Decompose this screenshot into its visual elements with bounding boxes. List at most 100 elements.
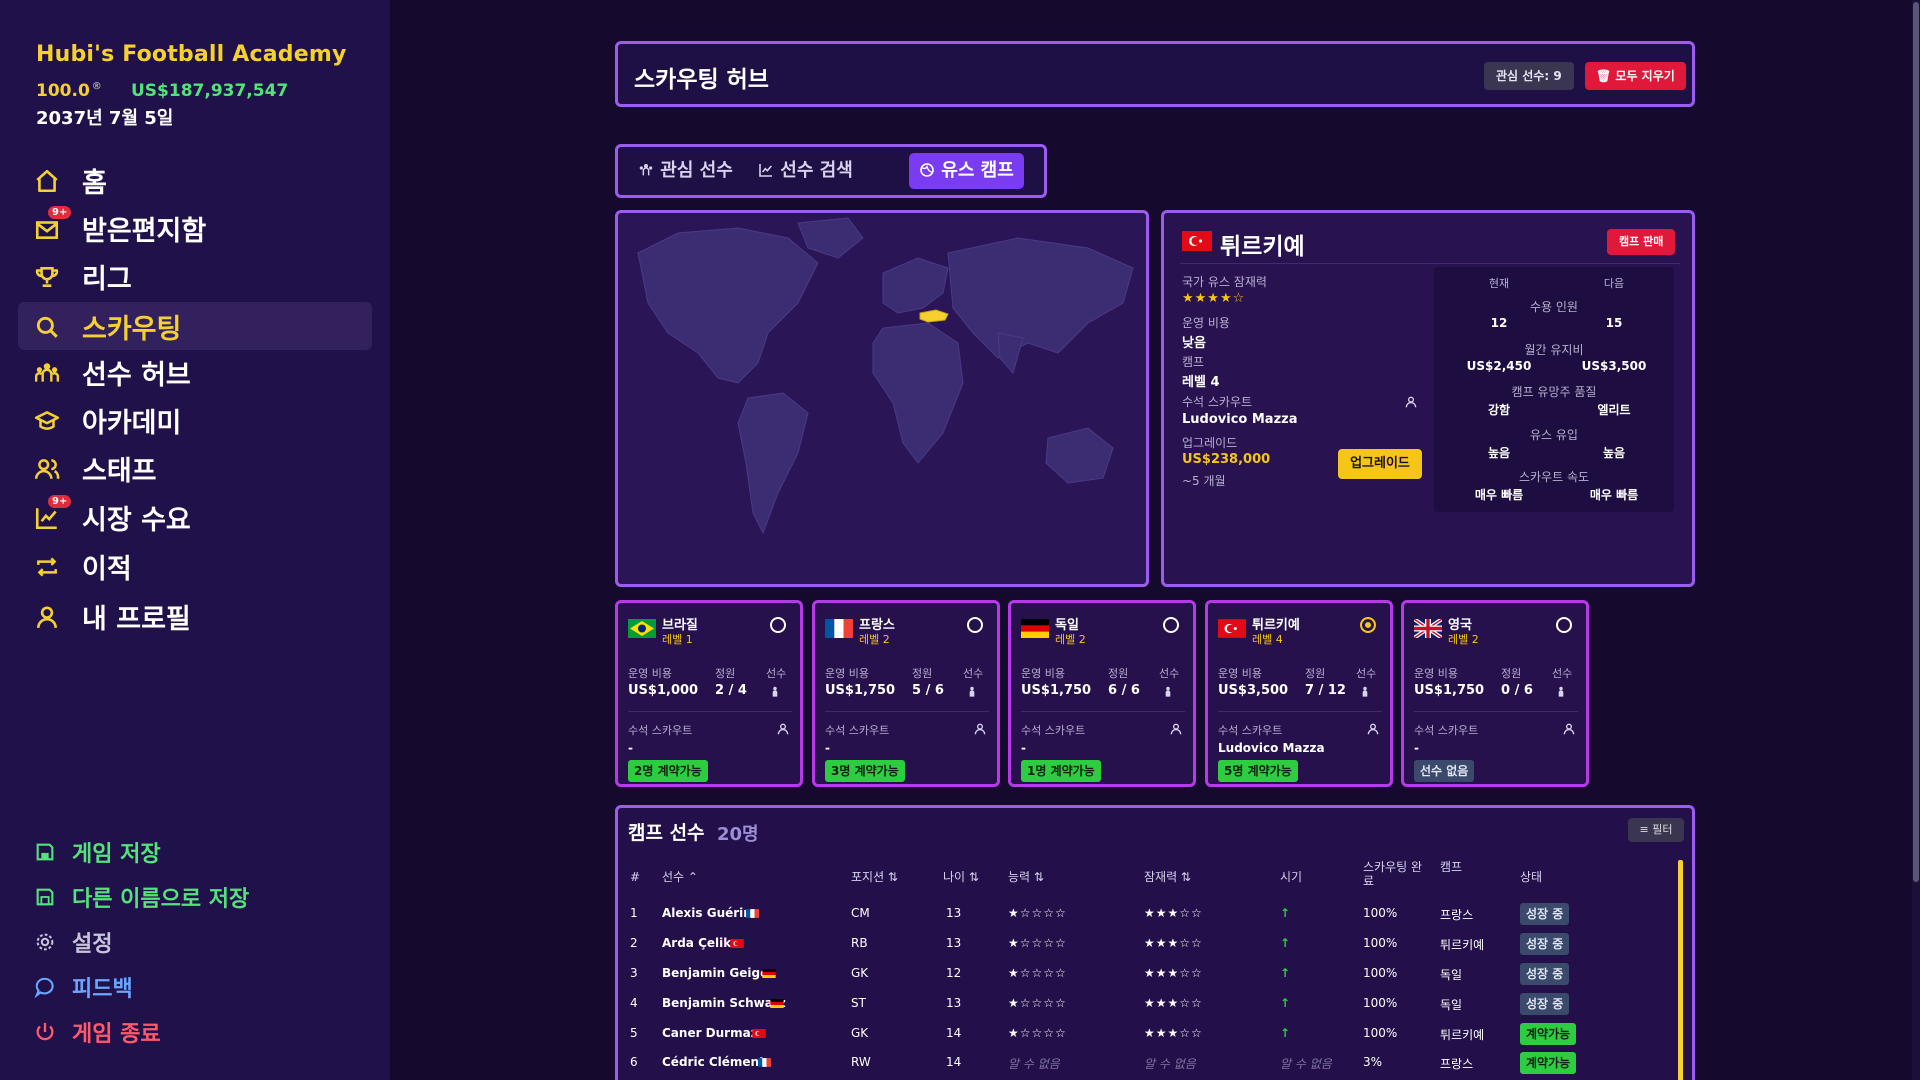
nav-my-profile[interactable]: 내 프로필 <box>18 592 372 640</box>
user-icon <box>37 606 57 628</box>
camp-capacity-label: 정원 <box>1305 667 1326 680</box>
table-row[interactable]: 3 Benjamin Geiger GK 12 ★☆☆☆☆ ★★★☆☆ ↑ 10… <box>618 960 1678 988</box>
nav-transfer[interactable]: 이적 <box>18 542 372 590</box>
players-icon[interactable] <box>1161 685 1175 699</box>
camp-card-france[interactable]: 프랑스 레벨 2 운영 비용 정원 선수 US$1,750 5 / 6 수석 스… <box>812 600 1000 787</box>
table-row[interactable]: 4 Benjamin Schwarz ST 13 ★☆☆☆☆ ★★★☆☆ ↑ 1… <box>618 990 1678 1018</box>
clear-all-button[interactable]: 🗑 모두 지우기 <box>1585 62 1686 90</box>
camp-card-england[interactable]: 영국 레벨 2 운영 비용 정원 선수 US$1,750 0 / 6 수석 스카… <box>1401 600 1589 787</box>
filter-button[interactable]: ≡ 필터 <box>1628 818 1684 842</box>
col-header-potential[interactable]: 잠재력 ⇅ <box>1144 870 1191 884</box>
settings-button[interactable]: 설정 <box>34 925 112 959</box>
nav-home[interactable]: 홈 <box>18 156 372 204</box>
home-icon <box>36 169 58 193</box>
camp-card-germany[interactable]: 독일 레벨 2 운영 비용 정원 선수 US$1,750 6 / 6 수석 스카… <box>1008 600 1196 787</box>
col-header-player[interactable]: 선수 ⌃ <box>662 870 698 884</box>
camp-select-radio[interactable] <box>967 617 983 633</box>
camp-select-radio[interactable] <box>1163 617 1179 633</box>
player-position: RB <box>851 936 868 950</box>
player-name[interactable]: Caner Durmaz <box>662 1026 758 1040</box>
assign-scout-icon[interactable] <box>973 722 987 736</box>
players-icon[interactable] <box>768 685 782 699</box>
camp-head-scout-value: - <box>825 741 830 755</box>
camp-select-radio[interactable] <box>770 617 786 633</box>
players-icon[interactable] <box>1358 685 1372 699</box>
player-age: 13 <box>946 936 962 950</box>
nav-label: 리그 <box>82 263 132 295</box>
nav-league[interactable]: 리그 <box>18 252 372 300</box>
save-game-button[interactable]: 게임 저장 <box>34 835 161 869</box>
player-name[interactable]: Benjamin Geiger <box>662 966 774 980</box>
save-as-button[interactable]: 다른 이름으로 저장 <box>34 880 249 914</box>
nav-staff[interactable]: 스태프 <box>18 444 372 492</box>
page-scrollbar-thumb[interactable] <box>1913 2 1919 882</box>
upgrade-button[interactable]: 업그레이드 <box>1338 449 1422 479</box>
camp-level: 레벨 4 <box>1252 633 1283 646</box>
divider <box>1414 711 1578 712</box>
transfer-icon <box>37 557 57 577</box>
player-status-badge: 성장 중 <box>1520 993 1570 1015</box>
club-balance: US$187,937,547 <box>131 81 289 101</box>
world-map[interactable] <box>615 210 1149 587</box>
camp-card-turkey[interactable]: 튀르키예 레벨 4 운영 비용 정원 선수 US$3,500 7 / 12 수석… <box>1205 600 1393 787</box>
nav-label: 아카데미 <box>82 407 182 439</box>
player-status-badge: 계약가능 <box>1520 1052 1577 1074</box>
graduation-cap-icon <box>34 411 60 430</box>
scouting-tabs: 관심 선수 선수 검색 유스 캠프 <box>615 144 1047 198</box>
player-name[interactable]: Cédric Clément <box>662 1055 765 1069</box>
col-header-ability[interactable]: 능력 ⇅ <box>1008 870 1044 884</box>
assign-scout-icon[interactable] <box>1169 722 1183 736</box>
player-name[interactable]: Alexis Guérin <box>662 906 752 920</box>
camp-select-radio-selected[interactable] <box>1360 617 1376 633</box>
table-row[interactable]: 6 Cédric Clément RW 14 알 수 없음 알 수 없음 알 수… <box>618 1049 1678 1077</box>
table-row[interactable]: 2 Arda Çelik RB 13 ★☆☆☆☆ ★★★☆☆ ↑ 100% 튀르… <box>618 930 1678 958</box>
bottom-nav-label: 게임 종료 <box>72 1022 161 1047</box>
players-icon <box>34 363 60 382</box>
tab-watchlist[interactable]: 관심 선수 <box>628 153 743 189</box>
feedback-button[interactable]: 피드백 <box>34 970 133 1004</box>
player-camp: 독일 <box>1440 998 1463 1012</box>
compare-current: US$2,450 <box>1466 359 1532 373</box>
col-header-scouted[interactable]: 스카우팅 완료 <box>1363 860 1433 888</box>
world-map-svg[interactable] <box>618 213 1146 584</box>
sell-camp-button[interactable]: 캠프 판매 <box>1607 229 1676 255</box>
tab-player-search[interactable]: 선수 검색 <box>748 153 863 189</box>
players-icon[interactable] <box>1554 685 1568 699</box>
player-camp: 튀르키예 <box>1440 1028 1485 1042</box>
assign-scout-icon[interactable] <box>1404 395 1418 409</box>
divider <box>1218 711 1382 712</box>
nav-academy[interactable]: 아카데미 <box>18 396 372 444</box>
tab-youth-camp[interactable]: 유스 캠프 <box>909 153 1024 189</box>
nav-player-hub[interactable]: 선수 허브 <box>18 348 372 396</box>
col-header-age[interactable]: 나이 ⇅ <box>943 870 979 884</box>
turkey-flag-icon <box>752 1029 766 1038</box>
quit-game-button[interactable]: 게임 종료 <box>34 1015 161 1049</box>
player-period: ↑ <box>1280 1026 1291 1040</box>
nav-market-demand[interactable]: 9+ 시장 수요 <box>18 493 372 541</box>
players-icon[interactable] <box>965 685 979 699</box>
player-name[interactable]: Benjamin Schwarz <box>662 996 786 1010</box>
player-potential: ★★★☆☆ <box>1144 936 1203 950</box>
col-header-position[interactable]: 포지션 ⇅ <box>851 870 898 884</box>
camp-card-brazil[interactable]: 브라질 레벨 1 운영 비용 정원 선수 US$1,000 2 / 4 수석 스… <box>615 600 803 787</box>
assign-scout-icon[interactable] <box>1366 722 1380 736</box>
table-scrollbar[interactable] <box>1678 860 1683 1080</box>
player-age: 12 <box>946 966 962 980</box>
table-row[interactable]: 5 Caner Durmaz GK 14 ★☆☆☆☆ ★★★☆☆ ↑ 100% … <box>618 1020 1678 1048</box>
player-name[interactable]: Arda Çelik <box>662 936 731 950</box>
nav-inbox[interactable]: 9+ 받은편지함 <box>18 204 372 252</box>
assign-scout-icon[interactable] <box>1562 722 1576 736</box>
bottom-nav-label: 피드백 <box>72 977 133 1002</box>
trophy-icon <box>35 267 59 287</box>
camp-players-label: 선수 <box>1159 667 1180 680</box>
player-potential: ★★★☆☆ <box>1144 966 1203 980</box>
next-header: 다음 <box>1603 277 1625 290</box>
nav-scouting[interactable]: 스카우팅 <box>18 302 372 350</box>
camp-capacity-value: 2 / 4 <box>715 683 747 698</box>
search-icon <box>36 316 58 338</box>
compare-row-title: 캠프 유망주 품질 <box>1511 385 1597 399</box>
table-row[interactable]: 1 Alexis Guérin CM 13 ★☆☆☆☆ ★★★☆☆ ↑ 100%… <box>618 900 1678 928</box>
assign-scout-icon[interactable] <box>776 722 790 736</box>
col-header-camp[interactable]: 캠프 <box>1440 860 1470 874</box>
camp-select-radio[interactable] <box>1556 617 1572 633</box>
